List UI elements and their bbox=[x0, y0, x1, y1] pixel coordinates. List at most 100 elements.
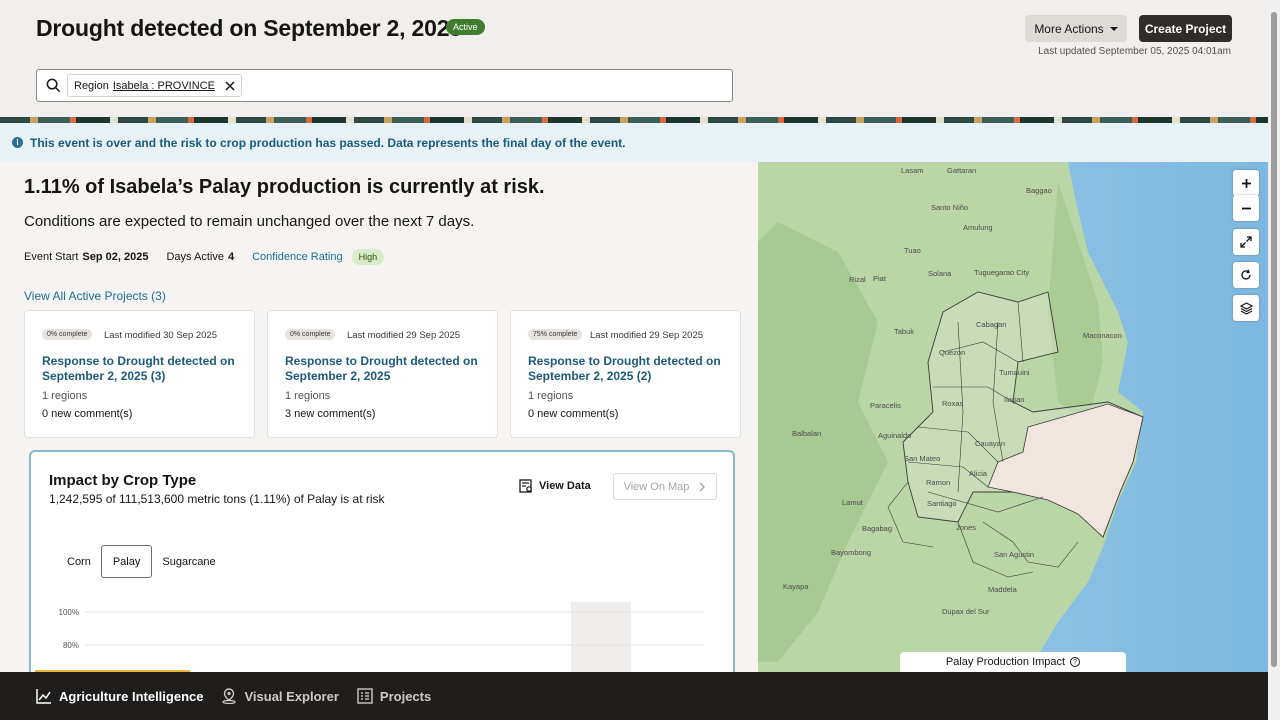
layers-button[interactable] bbox=[1233, 295, 1259, 321]
place-label: Amulung bbox=[963, 223, 993, 232]
map-view[interactable]: Lasam Gattaran Baggao Santo Niño Amulung… bbox=[758, 162, 1268, 672]
nav-item-visual-explorer[interactable]: Visual Explorer bbox=[221, 688, 339, 704]
chip-value: Isabela : PROVINCE bbox=[112, 79, 215, 92]
place-label: Lamut bbox=[842, 498, 864, 507]
risk-heading: 1.11% of Isabela’s Palay production is c… bbox=[24, 176, 545, 198]
last-modified-text: Last modified 30 Sep 2025 bbox=[104, 330, 218, 341]
place-label: Solana bbox=[928, 269, 952, 278]
reset-view-button[interactable] bbox=[1233, 262, 1259, 288]
regions-count: 1 regions bbox=[285, 390, 331, 402]
place-label: Santiago bbox=[927, 499, 957, 508]
expand-icon bbox=[1240, 236, 1252, 248]
progress-badge: 0% complete bbox=[42, 329, 93, 340]
view-all-projects-link[interactable]: View All Active Projects (3) bbox=[24, 289, 166, 303]
place-label: Bayombong bbox=[831, 548, 871, 557]
place-label: Baggao bbox=[1026, 186, 1052, 195]
nav-label: Visual Explorer bbox=[244, 688, 339, 704]
more-actions-button[interactable]: More Actions bbox=[1025, 15, 1127, 42]
nav-item-projects[interactable]: Projects bbox=[357, 688, 431, 704]
impact-subtitle: 1,242,595 of 111,513,600 metric tons (1.… bbox=[49, 492, 385, 506]
nav-label: Agriculture Intelligence bbox=[59, 688, 204, 704]
project-card[interactable]: 75% complete Last modified 29 Sep 2025 R… bbox=[510, 310, 741, 438]
event-start-value: Sep 02, 2025 bbox=[82, 251, 149, 263]
place-label: Maconacon bbox=[1083, 331, 1122, 340]
map-legend-toggle[interactable]: Palay Production Impact ? bbox=[900, 652, 1126, 672]
region-filter-chip[interactable]: Region Isabela : PROVINCE bbox=[67, 74, 242, 97]
comments-count: 0 new comment(s) bbox=[42, 408, 133, 420]
tab-corn[interactable]: Corn bbox=[57, 545, 101, 578]
summary-panel: 1.11% of Isabela’s Palay production is c… bbox=[0, 162, 758, 672]
regions-count: 1 regions bbox=[528, 390, 574, 402]
place-label: San Mateo bbox=[904, 454, 940, 463]
info-banner: i This event is over and the risk to cro… bbox=[0, 123, 1268, 162]
view-on-map-label: View On Map bbox=[623, 480, 690, 493]
projects-icon bbox=[357, 688, 373, 704]
chevron-right-icon bbox=[699, 482, 706, 491]
place-label: Santo Niño bbox=[931, 203, 968, 212]
place-label: San Agustin bbox=[994, 550, 1034, 559]
progress-badge: 0% complete bbox=[285, 329, 336, 340]
scrollbar-thumb[interactable] bbox=[1271, 12, 1277, 667]
place-label: Cabagan bbox=[976, 320, 1006, 329]
place-label: Tuao bbox=[904, 246, 921, 255]
caret-down-icon bbox=[1109, 26, 1118, 31]
place-label: Dupax del Sur bbox=[942, 607, 990, 616]
progress-badge: 75% complete bbox=[528, 329, 583, 340]
tab-sugarcane[interactable]: Sugarcane bbox=[152, 545, 225, 578]
project-title-link[interactable]: Response to Drought detected on Septembe… bbox=[528, 354, 728, 384]
crop-tabs: Corn Palay Sugarcane bbox=[57, 545, 226, 578]
impact-by-crop-card: Impact by Crop Type 1,242,595 of 111,513… bbox=[29, 450, 735, 672]
event-start-label: Event Start bbox=[24, 251, 79, 263]
view-on-map-button[interactable]: View On Map bbox=[613, 473, 717, 500]
days-active-value: 4 bbox=[227, 251, 235, 263]
confidence-rating-link[interactable]: Confidence Rating bbox=[252, 251, 343, 263]
search-icon bbox=[46, 78, 61, 93]
help-icon[interactable]: ? bbox=[1070, 657, 1081, 667]
zoom-out-button[interactable] bbox=[1233, 195, 1259, 221]
project-card[interactable]: 0% complete Last modified 29 Sep 2025 Re… bbox=[267, 310, 498, 438]
place-label: Lasam bbox=[901, 166, 924, 175]
table-icon bbox=[519, 479, 532, 493]
nav-item-agriculture-intelligence[interactable]: Agriculture Intelligence bbox=[36, 688, 203, 704]
project-card[interactable]: 0% complete Last modified 30 Sep 2025 Re… bbox=[24, 310, 255, 438]
place-label: Bagabag bbox=[862, 524, 892, 533]
place-label: Jones bbox=[956, 523, 976, 532]
project-title-link[interactable]: Response to Drought detected on Septembe… bbox=[42, 354, 242, 384]
confidence-badge: High bbox=[351, 249, 385, 265]
info-icon: i bbox=[12, 137, 23, 148]
close-icon[interactable] bbox=[225, 80, 235, 91]
chip-label: Region bbox=[74, 79, 109, 92]
regions-count: 1 regions bbox=[42, 390, 88, 402]
place-label: Maddela bbox=[988, 585, 1018, 594]
page-title: Drought detected on September 2, 2025 bbox=[36, 15, 462, 41]
place-label: Tabuk bbox=[894, 327, 914, 336]
fullscreen-button[interactable] bbox=[1233, 229, 1259, 255]
view-data-button[interactable]: View Data bbox=[519, 479, 591, 493]
place-label: Kayapa bbox=[783, 582, 809, 591]
create-project-button[interactable]: Create Project bbox=[1139, 15, 1232, 42]
place-label: Cauayan bbox=[975, 439, 1005, 448]
last-modified-text: Last modified 29 Sep 2025 bbox=[590, 330, 704, 341]
place-label: Ilagan bbox=[1004, 395, 1024, 404]
zoom-in-button[interactable] bbox=[1233, 170, 1259, 196]
place-label: Piat bbox=[873, 274, 887, 283]
impact-title: Impact by Crop Type bbox=[49, 472, 197, 489]
y-tick-label: 80% bbox=[63, 641, 79, 650]
last-updated-text: Last updated September 05, 2025 04:01am bbox=[1038, 46, 1231, 57]
legend-label: Palay Production Impact bbox=[945, 656, 1066, 668]
region-search-input[interactable]: Region Isabela : PROVINCE bbox=[36, 69, 733, 102]
layers-icon bbox=[1239, 301, 1253, 315]
chart-icon bbox=[36, 689, 51, 704]
bottom-navigation: Agriculture Intelligence Visual Explorer… bbox=[0, 672, 1268, 720]
place-label: Roxas bbox=[942, 399, 964, 408]
info-banner-text: This event is over and the risk to crop … bbox=[30, 135, 626, 150]
view-data-label: View Data bbox=[539, 480, 591, 492]
place-label: Tuguegarao City bbox=[974, 268, 1029, 277]
project-title-link[interactable]: Response to Drought detected on Septembe… bbox=[285, 354, 485, 384]
page-scrollbar[interactable] bbox=[1268, 0, 1280, 720]
last-modified-text: Last modified 29 Sep 2025 bbox=[347, 330, 461, 341]
place-label: Tumauini bbox=[999, 368, 1030, 377]
place-label: Alicia bbox=[969, 469, 988, 478]
tab-palay[interactable]: Palay bbox=[100, 545, 153, 578]
more-actions-label: More Actions bbox=[1034, 21, 1104, 36]
